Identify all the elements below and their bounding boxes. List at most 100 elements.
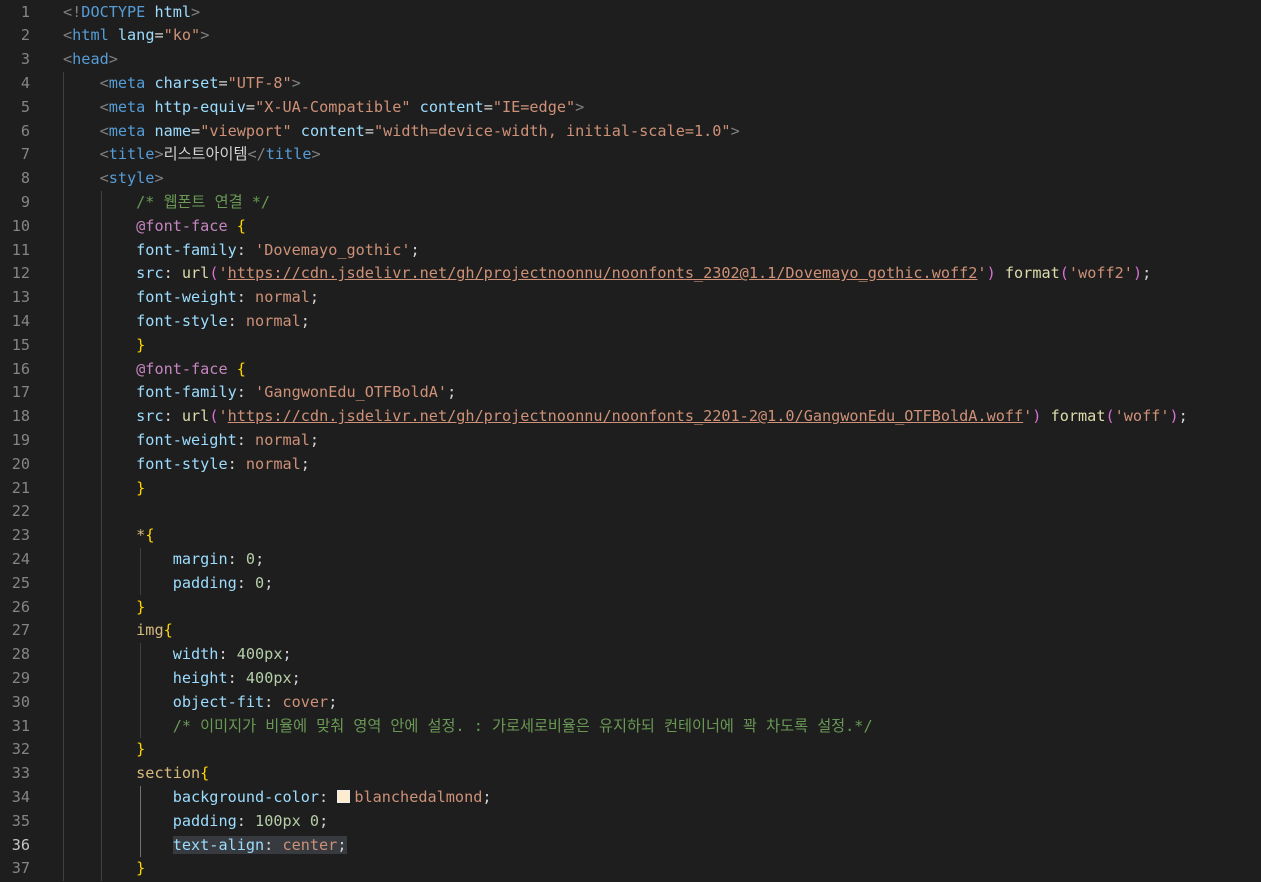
code-token: : [163, 264, 182, 283]
code-line[interactable]: font-style: normal; [63, 310, 310, 334]
code-token: } [136, 597, 146, 616]
code-line[interactable]: img{ [63, 619, 173, 643]
code-line[interactable]: section{ [63, 762, 209, 786]
line-number: 9 [20, 192, 30, 211]
code-line[interactable]: background-color: blanchedalmond; [63, 786, 492, 810]
code-line[interactable]: src: url ('https://cdn.jsdelivr.net/gh/pr… [63, 262, 1151, 286]
code-token: } [136, 478, 146, 497]
code-token: http-equiv [154, 97, 246, 116]
code-line[interactable]: height: 400px; [63, 667, 301, 691]
code-token: margin [172, 549, 228, 568]
line-number: 13 [11, 288, 30, 307]
code-line[interactable]: font-family: 'Dovemayo_gothic'; [63, 239, 420, 263]
code-line[interactable]: padding: 100px 0; [63, 810, 329, 834]
code-token: : [227, 454, 246, 473]
code-token: style [108, 169, 155, 188]
code-line[interactable]: <html lang="ko"> [63, 24, 209, 48]
code-line[interactable]: <meta name="viewport" content="width=dev… [63, 120, 740, 144]
code-token: : [218, 645, 237, 664]
code-token: < [99, 145, 109, 164]
code-line[interactable]: /* 웹폰트 연결 */ [63, 191, 270, 215]
code-line[interactable]: } [63, 596, 145, 620]
code-line[interactable]: @font-face { [63, 215, 246, 239]
code-token: name [154, 121, 192, 140]
code-token: "viewport" [200, 121, 292, 140]
code-line[interactable]: /* 이미지가 비율에 맞춰 영역 안에 설정. : 가로세로비율은 유지하되 … [63, 715, 873, 739]
code-line[interactable]: width: 400px; [63, 643, 292, 667]
code-token: </ [247, 145, 266, 164]
code-line[interactable]: <title>리스트아이템</title> [63, 143, 321, 167]
line-number: 20 [11, 454, 30, 473]
line-number: 8 [20, 169, 30, 188]
code-token: ; [319, 811, 329, 830]
code-token: <! [63, 2, 82, 21]
code-line[interactable]: @font-face { [63, 358, 246, 382]
code-token: img [136, 621, 164, 640]
code-line[interactable]: object-fit: cover; [63, 691, 338, 715]
code-token: format [1004, 264, 1060, 283]
code-line[interactable]: *{ [63, 524, 154, 548]
code-line[interactable]: <meta http-equiv="X-UA-Compatible" conte… [63, 96, 585, 120]
code-area[interactable]: <!DOCTYPE html> <html lang="ko"> <head> <m… [63, 0, 1261, 882]
code-token: : [227, 549, 246, 568]
code-token: ; [328, 692, 338, 711]
code-line[interactable]: } [63, 738, 145, 762]
code-token: format [1050, 407, 1106, 426]
code-token: : [236, 811, 256, 830]
code-line[interactable]: } [63, 477, 145, 501]
code-token: ) [1169, 407, 1179, 426]
code-line[interactable]: src: url ('https://cdn.jsdelivr.net/gh/pr… [63, 405, 1188, 429]
code-token: font-style [136, 454, 228, 473]
code-token: html [72, 26, 109, 45]
code-token: https://cdn.jsdelivr.net/gh/projectnoonn… [227, 407, 1024, 426]
code-line[interactable]: } [63, 334, 145, 358]
code-token: > [291, 73, 301, 92]
code-line[interactable]: text-align: center; [63, 834, 347, 858]
indent-guide [139, 785, 141, 858]
line-number: 21 [11, 478, 30, 497]
code-token: > [191, 2, 201, 21]
code-token: < [63, 26, 73, 45]
code-line[interactable]: font-style: normal; [63, 453, 310, 477]
code-line[interactable]: <!DOCTYPE html> [63, 1, 200, 25]
code-editor[interactable]: 1 2 3 4 5 6 7 8 9 10 11 12 13 14 15 16 17 18 19 20 21 22 23 24 2… [0, 0, 1261, 882]
code-line[interactable]: } [63, 857, 145, 881]
code-line[interactable]: <style> [63, 167, 164, 191]
code-token: padding [172, 811, 237, 830]
code-token: { [163, 621, 173, 640]
line-number: 36 [11, 835, 30, 854]
code-line[interactable]: <head> [63, 48, 118, 72]
line-number: 24 [11, 549, 30, 568]
indent-guide [63, 71, 64, 882]
code-token: "X-UA-Compatible" [255, 97, 411, 116]
code-token: 'Dovemayo_gothic' [255, 240, 411, 259]
code-token: : [236, 573, 256, 592]
code-token: normal [255, 430, 310, 449]
line-number: 26 [11, 597, 30, 616]
code-token: * [136, 526, 146, 545]
code-token: width [172, 645, 219, 664]
code-token: ' [977, 264, 987, 283]
color-swatch-icon[interactable] [337, 789, 351, 803]
line-number: 27 [11, 621, 30, 640]
code-token: title [265, 145, 312, 164]
line-number: 34 [11, 787, 30, 806]
code-token: ' [218, 407, 228, 426]
code-line[interactable]: font-family: 'GangwonEdu_OTFBoldA'; [63, 381, 456, 405]
code-token: ( [1059, 264, 1069, 283]
code-line[interactable]: margin: 0; [63, 548, 264, 572]
code-line[interactable]: padding: 0; [63, 572, 274, 596]
code-token: cover [282, 692, 329, 711]
code-line[interactable]: <meta charset="UTF-8"> [63, 72, 301, 96]
code-token: { [236, 359, 246, 378]
code-token: "UTF-8" [227, 73, 292, 92]
